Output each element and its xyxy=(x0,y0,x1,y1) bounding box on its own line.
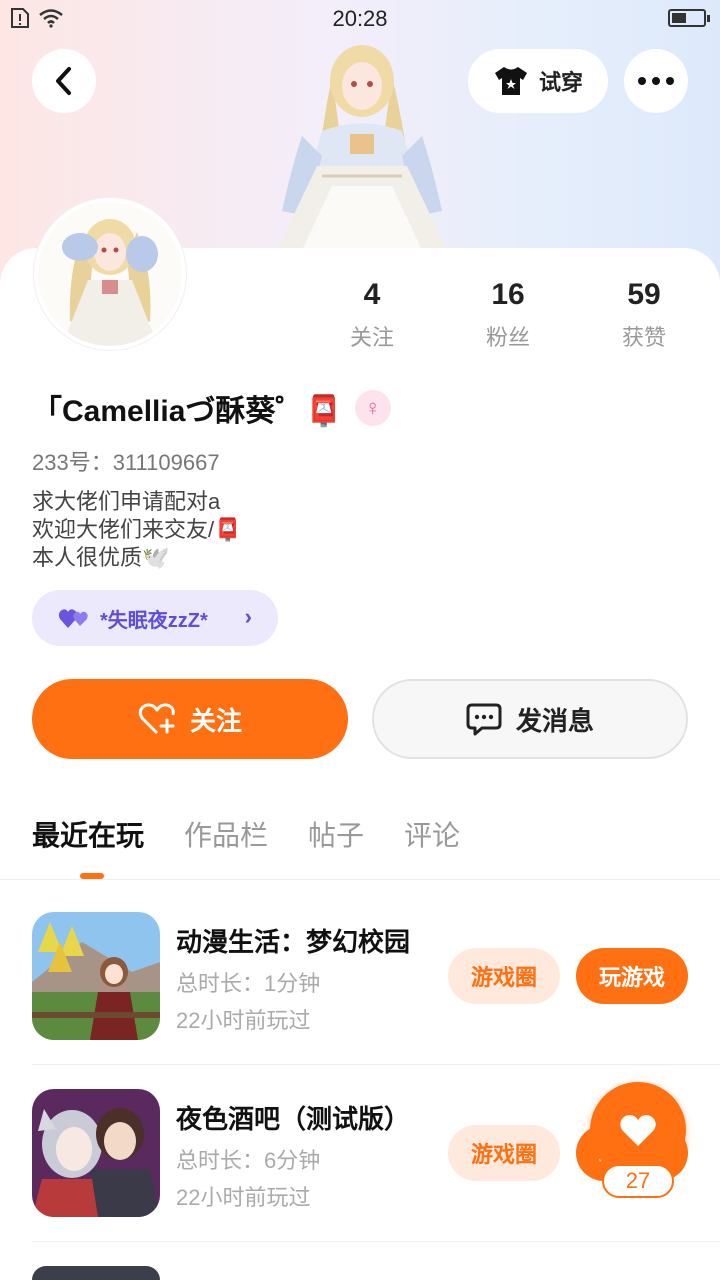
try-on-label: 试穿 xyxy=(538,70,583,95)
profile-uid: 233号：311109667 xyxy=(32,450,220,475)
character-avatar-figure[interactable] xyxy=(262,36,462,250)
divider xyxy=(32,1241,720,1242)
game-circle-button[interactable]: 游戏圈 xyxy=(448,948,560,1004)
message-label: 发消息 xyxy=(515,705,594,736)
game-list-item[interactable]: 夜色酒吧（测试版） 总时长：6分钟 22小时前玩过 游戏圈 玩游戏 xyxy=(32,1089,688,1219)
group-tag[interactable]: *失眠夜zzZ* › xyxy=(32,590,278,646)
more-button[interactable] xyxy=(624,49,688,113)
avatar-image xyxy=(38,202,182,346)
game-thumbnail[interactable] xyxy=(32,1089,160,1217)
follow-button[interactable]: 关注 xyxy=(32,679,348,759)
game-last-played: 22小时前玩过 xyxy=(176,1185,311,1210)
game-duration: 总时长：1分钟 xyxy=(176,971,321,996)
game-duration: 总时长：6分钟 xyxy=(176,1148,321,1173)
purple-hearts-icon xyxy=(58,609,88,628)
heart-icon xyxy=(620,1115,656,1146)
profile-bio: 求大佬们申请配对a 欢迎大佬们来交友/📮 本人很优质🕊️ xyxy=(32,488,242,572)
profile-name: 「Camelliaづ酥葵゜📮 xyxy=(32,395,343,428)
tab-recently-played[interactable]: 最近在玩 xyxy=(32,814,144,854)
game-circle-button[interactable]: 游戏圈 xyxy=(448,1125,560,1181)
bio-line: 欢迎大佬们来交友/📮 xyxy=(32,517,242,542)
avatar[interactable] xyxy=(34,198,186,350)
stat-label: 关注 xyxy=(349,325,394,350)
status-time: 20:28 xyxy=(332,6,388,31)
chevron-right-icon: › xyxy=(244,604,252,629)
tab-works[interactable]: 作品栏 xyxy=(184,814,268,854)
tab-posts[interactable]: 帖子 xyxy=(308,814,364,854)
stat-label: 获赞 xyxy=(621,325,666,350)
profile-tabs: 最近在玩 作品栏 帖子 评论 xyxy=(32,814,460,854)
stat-label: 粉丝 xyxy=(485,325,530,350)
game-last-played: 22小时前玩过 xyxy=(176,1008,311,1033)
game-cover-image xyxy=(32,1089,160,1217)
battery-icon xyxy=(668,9,710,27)
divider xyxy=(32,1064,720,1065)
game-title: 夜色酒吧（测试版） xyxy=(176,1104,411,1134)
follow-label: 关注 xyxy=(189,705,242,736)
group-tag-label: *失眠夜zzZ* xyxy=(100,609,208,632)
heart-plus-icon xyxy=(138,703,175,735)
stat-followers[interactable]: 16 粉丝 xyxy=(440,278,576,352)
stat-value: 59 xyxy=(627,278,661,311)
like-count: 27 xyxy=(602,1164,674,1198)
tshirt-icon xyxy=(494,67,527,95)
stat-likes[interactable]: 59 获赞 xyxy=(576,278,712,352)
more-dots-icon xyxy=(638,77,674,85)
game-title: 动漫生活：梦幻校园 xyxy=(176,927,411,957)
game-cover-image xyxy=(32,912,160,1040)
try-on-button[interactable]: 试穿 xyxy=(468,49,608,113)
chevron-left-icon xyxy=(56,67,71,95)
status-bar: 20:28 xyxy=(0,0,720,38)
message-button[interactable]: 发消息 xyxy=(372,679,688,759)
game-list-item[interactable]: 动漫生活：梦幻校园 总时长：1分钟 22小时前玩过 游戏圈 玩游戏 xyxy=(32,912,688,1042)
stat-value: 16 xyxy=(491,278,525,311)
stat-following[interactable]: 4 关注 xyxy=(304,278,440,352)
play-game-button[interactable]: 玩游戏 xyxy=(576,948,688,1004)
stat-value: 4 xyxy=(363,278,381,311)
game-thumbnail[interactable] xyxy=(32,1266,160,1280)
bio-line: 本人很优质🕊️ xyxy=(32,545,170,570)
game-thumbnail[interactable] xyxy=(32,912,160,1040)
profile-stats: 4 关注 16 粉丝 59 获赞 xyxy=(304,278,712,352)
female-icon: ♀ xyxy=(354,390,391,426)
profile-name-row: 「Camelliaづ酥葵゜📮 ♀ xyxy=(32,386,391,430)
back-button[interactable] xyxy=(32,49,96,113)
bio-line: 求大佬们申请配对a xyxy=(32,489,221,514)
chat-bubble-icon xyxy=(466,703,502,736)
tab-comments[interactable]: 评论 xyxy=(404,814,460,854)
divider xyxy=(0,879,720,880)
